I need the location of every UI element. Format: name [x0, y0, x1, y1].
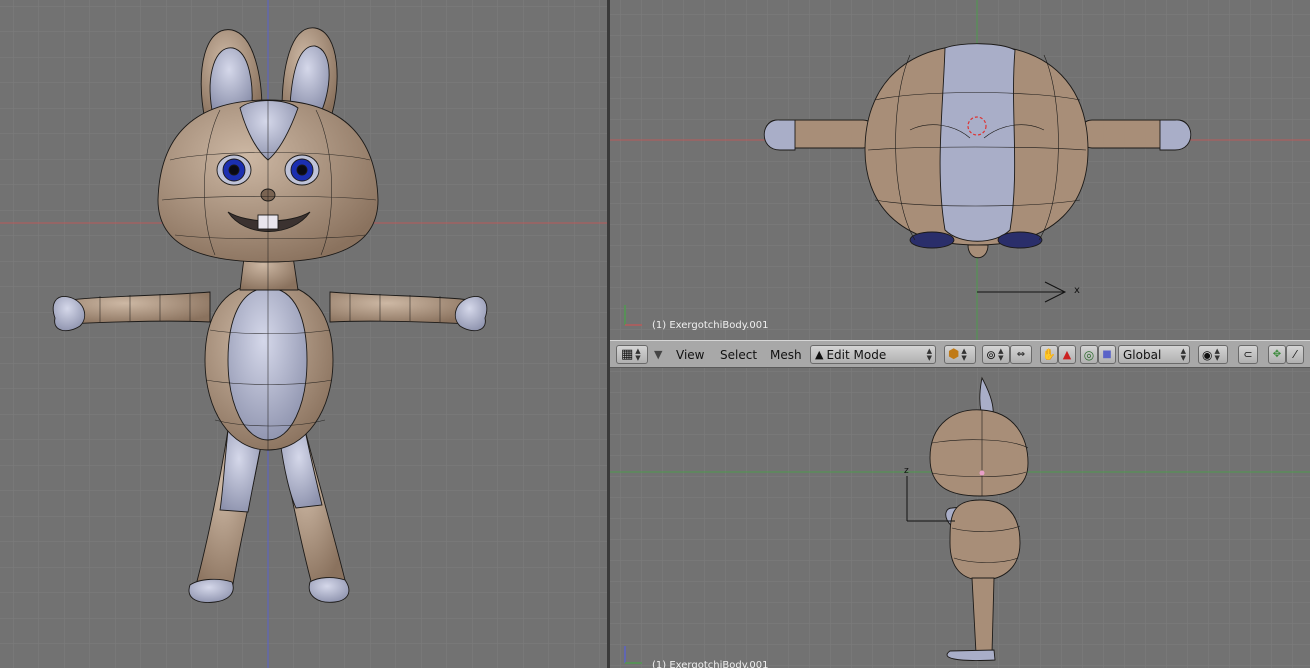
proportional-edit-select[interactable]: ◉ ▲ ▼: [1198, 345, 1228, 364]
edit-mode-icon: ▲: [815, 348, 824, 361]
line-icon: ⁄: [1294, 348, 1296, 361]
edge-select-button[interactable]: ◎: [1080, 345, 1098, 364]
face-select-button[interactable]: ■: [1098, 345, 1116, 364]
side-object-label: (1) ExergotchiBody.001: [652, 660, 769, 668]
bunny-side-model[interactable]: z: [610, 368, 1310, 668]
magnet-icon: ⊂: [1243, 348, 1253, 361]
top-object-label: (1) ExergotchiBody.001: [652, 320, 769, 331]
vertex-select-icon: ▲: [1062, 348, 1072, 361]
mode-select-value: Edit Mode: [826, 347, 887, 362]
menu-view[interactable]: View: [672, 345, 708, 364]
layers-icon: ⇔: [1016, 349, 1026, 360]
editor-type-button[interactable]: ▦ ▲ ▼: [616, 345, 648, 364]
manipulator-button[interactable]: ✥: [1268, 345, 1286, 364]
front-viewport[interactable]: [0, 0, 607, 668]
face-select-icon: ■: [1102, 349, 1112, 360]
proportional-icon: ◉: [1202, 347, 1213, 362]
grab-manipulator-button[interactable]: ✋: [1040, 345, 1058, 364]
solid-shading-icon: ⬢: [948, 347, 960, 362]
top-axis-x-label: x: [1074, 285, 1080, 296]
top-viewport[interactable]: x (1) ExergotchiBody.001: [610, 0, 1310, 340]
menu-select[interactable]: Select: [716, 345, 761, 364]
layers-button[interactable]: ⇔: [1010, 345, 1032, 364]
manipulator-icon: ✥: [1272, 349, 1282, 360]
collapse-menus-toggle[interactable]: ▼: [654, 345, 662, 364]
chevron-down-icon: ▼: [654, 348, 663, 361]
edge-select-icon: ◎: [1083, 347, 1095, 362]
hand-icon: ✋: [1042, 348, 1056, 361]
transform-orientation-value: Global: [1123, 347, 1162, 362]
transform-orientation-select[interactable]: Global ▲ ▼: [1118, 345, 1190, 364]
vertex-select-button[interactable]: ▲: [1058, 345, 1076, 364]
mode-select[interactable]: ▲ Edit Mode ▲ ▼: [810, 345, 936, 364]
bunny-top-model[interactable]: x: [610, 0, 1310, 340]
line-tool-button[interactable]: ⁄: [1286, 345, 1304, 364]
viewport-header: ▦ ▲ ▼ ▼ View Select Mesh ▲ Edit Mode ▲ ▼ ⬢…: [610, 340, 1310, 368]
pivot-icon: ⊚: [986, 347, 997, 362]
side-axis-z-label: z: [904, 466, 909, 476]
bunny-front-model[interactable]: [0, 0, 607, 668]
snap-button[interactable]: ⊂: [1238, 345, 1258, 364]
grid-icon: ▦: [621, 347, 634, 362]
pivot-select[interactable]: ⊚ ▲ ▼: [982, 345, 1010, 364]
side-viewport[interactable]: z (1) ExergotchiBody.001: [610, 368, 1310, 668]
shading-select[interactable]: ⬢ ▲ ▼: [944, 345, 976, 364]
menu-mesh[interactable]: Mesh: [766, 345, 806, 364]
